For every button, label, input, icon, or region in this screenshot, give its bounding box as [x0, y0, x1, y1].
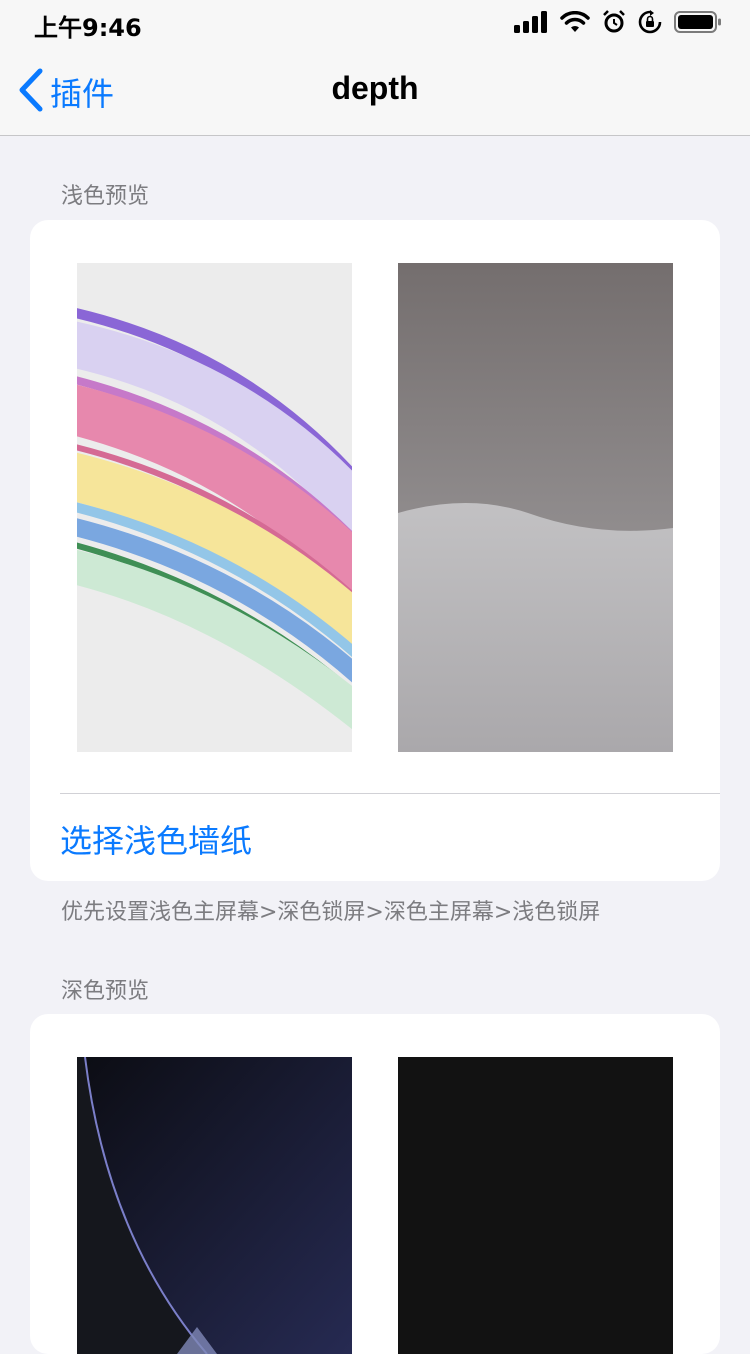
dark-preview-card [30, 1014, 720, 1354]
navigation-bar: 插件 depth [0, 48, 750, 136]
page-title: depth [331, 70, 419, 106]
light-lock-wallpaper[interactable] [398, 263, 673, 752]
card-divider [60, 793, 720, 794]
dark-lock-wallpaper[interactable] [398, 1057, 673, 1354]
wifi-icon [560, 10, 590, 37]
select-light-wallpaper-button[interactable]: 选择浅色墙纸 [60, 816, 252, 862]
rotation-lock-icon [638, 10, 662, 38]
battery-icon [674, 10, 722, 38]
dark-home-wallpaper[interactable] [77, 1057, 352, 1354]
light-home-wallpaper[interactable] [77, 263, 352, 752]
light-section-footer: 优先设置浅色主屏幕>深色锁屏>深色主屏幕>浅色锁屏 [61, 900, 601, 925]
status-icons [514, 10, 722, 38]
status-time: 上午9:46 [34, 14, 142, 42]
light-preview-card: 选择浅色墙纸 [30, 220, 720, 881]
status-bar: 上午9:46 [0, 0, 750, 48]
alarm-icon [602, 10, 626, 38]
signal-icon [514, 11, 548, 37]
dark-preview-header: 深色预览 [61, 979, 150, 1004]
light-preview-header: 浅色预览 [61, 184, 150, 209]
